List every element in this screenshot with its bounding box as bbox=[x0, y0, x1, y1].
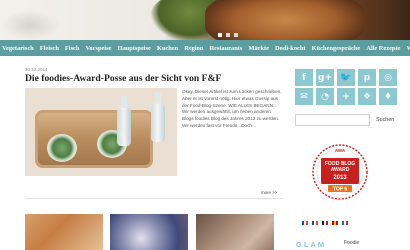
flag-icon bbox=[332, 221, 338, 225]
post-date: 30.12.2014 bbox=[25, 67, 48, 72]
nav-item-3[interactable]: Vorspeise bbox=[82, 45, 114, 52]
slider-dot[interactable] bbox=[226, 33, 230, 37]
hero-plate bbox=[0, 10, 60, 40]
rss-icon[interactable]: ◔ bbox=[316, 88, 334, 105]
star-icon-glyph: ♦ bbox=[383, 91, 393, 102]
email-icon[interactable]: ✉ bbox=[295, 88, 313, 105]
flag-icon bbox=[342, 221, 348, 225]
slider-dot[interactable] bbox=[218, 33, 222, 37]
nav-item-12[interactable]: W bbox=[403, 45, 410, 52]
award-year: 2013 bbox=[333, 175, 347, 181]
nav-item-2[interactable]: Fisch bbox=[62, 45, 83, 52]
glam-logo[interactable]: GLAM bbox=[296, 240, 336, 250]
bloglovin-icon[interactable]: + bbox=[337, 88, 355, 105]
search-button[interactable]: Suchen bbox=[376, 117, 394, 123]
instagram-icon-glyph: ◎ bbox=[384, 72, 392, 83]
instagram-icon[interactable]: ◎ bbox=[379, 69, 397, 86]
foodie-logo[interactable]: Foodie bbox=[344, 240, 359, 246]
heart-icon-glyph: ❖ bbox=[362, 91, 372, 102]
award-brand: AMA bbox=[335, 148, 346, 153]
award-line2: AWARD bbox=[331, 167, 350, 173]
award-seal-icon: AMA FOOD BLOG AWARD 2013 TOP 6 bbox=[312, 144, 368, 200]
bottle-illustration bbox=[117, 106, 131, 146]
twitter-icon-glyph: 🐦 bbox=[340, 72, 352, 83]
nav-item-8[interactable]: Märkte bbox=[245, 45, 272, 52]
nav-item-10[interactable]: Küchengespräche bbox=[309, 45, 364, 52]
post-thumbnail[interactable] bbox=[196, 214, 274, 250]
pinterest-icon-glyph: p bbox=[363, 72, 371, 83]
bottle-neck-illustration bbox=[121, 96, 127, 108]
nav-item-0[interactable]: Vegetarisch bbox=[0, 45, 37, 52]
rss-icon-glyph: ◔ bbox=[321, 91, 329, 102]
language-flag[interactable] bbox=[302, 221, 309, 225]
nav-item-5[interactable]: Kuchen bbox=[154, 45, 181, 52]
google-plus-icon-glyph: g+ bbox=[318, 72, 332, 83]
bottle-neck-illustration bbox=[155, 92, 161, 104]
glass-illustration bbox=[47, 134, 77, 162]
bloglovin-icon-glyph: + bbox=[342, 91, 350, 102]
food-blog-award-badge[interactable]: AMA FOOD BLOG AWARD 2013 TOP 6 bbox=[307, 142, 373, 202]
nav-item-4[interactable]: Hauptspeise bbox=[115, 45, 154, 52]
main-nav: Vegetarisch Fleisch Fisch Vorspeise Hauptspe… bbox=[0, 40, 410, 56]
more-link[interactable]: more >> bbox=[261, 190, 277, 195]
language-flag[interactable] bbox=[322, 221, 329, 225]
flag-icon bbox=[322, 221, 328, 225]
nav-item-9[interactable]: Dodi-kocht bbox=[272, 45, 309, 52]
twitter-icon[interactable]: 🐦 bbox=[337, 69, 355, 86]
nav-item-1[interactable]: Fleisch bbox=[37, 45, 62, 52]
slider-pagination bbox=[218, 33, 238, 37]
post-thumbnail[interactable] bbox=[110, 214, 188, 250]
email-icon-glyph: ✉ bbox=[300, 91, 308, 102]
social-links: f g+ 🐦 p ◎ ✉ ◔ + ❖ ♦ bbox=[295, 69, 397, 106]
flag-icon bbox=[312, 221, 318, 225]
nav-item-7[interactable]: Restaurants bbox=[206, 45, 245, 52]
heart-icon[interactable]: ❖ bbox=[358, 88, 376, 105]
slider-dot[interactable] bbox=[234, 33, 238, 37]
language-switcher bbox=[302, 221, 349, 225]
divider bbox=[25, 198, 283, 199]
search-input[interactable] bbox=[295, 114, 370, 126]
flag-icon bbox=[302, 221, 308, 225]
language-flag[interactable] bbox=[312, 221, 319, 225]
facebook-icon-glyph: f bbox=[302, 72, 306, 83]
nav-item-6[interactable]: Region bbox=[181, 45, 206, 52]
language-flag[interactable] bbox=[342, 221, 349, 225]
google-plus-icon[interactable]: g+ bbox=[316, 69, 334, 86]
facebook-icon[interactable]: f bbox=[295, 69, 313, 86]
language-flag[interactable] bbox=[332, 221, 339, 225]
bottle-illustration bbox=[151, 102, 165, 142]
post-thumbnail[interactable] bbox=[25, 214, 103, 250]
post-title[interactable]: Die foodies-Award-Posse aus der Sicht vo… bbox=[25, 73, 221, 84]
post-excerpt: Okay. Dieser Artikel ist zum Löcken gesc… bbox=[182, 89, 282, 128]
hero-slider[interactable] bbox=[0, 0, 410, 40]
post-image[interactable] bbox=[25, 88, 177, 176]
award-rank: TOP 6 bbox=[333, 187, 347, 193]
pinterest-icon[interactable]: p bbox=[358, 69, 376, 86]
star-icon[interactable]: ♦ bbox=[379, 88, 397, 105]
nav-item-11[interactable]: Alle Rezepte bbox=[363, 45, 403, 52]
